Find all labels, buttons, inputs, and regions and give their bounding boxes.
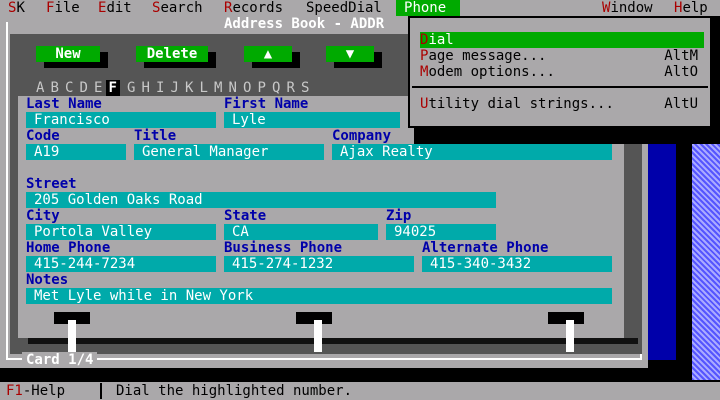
menu-separator [412,86,708,88]
card-ring-post [314,320,322,352]
company-field[interactable]: Ajax Realty [332,144,612,160]
state-label: State [224,208,267,224]
first-name-field[interactable]: Lyle [224,112,400,128]
desktop-pattern [692,130,720,380]
card-ring-post [68,320,76,352]
last-name-label: Last Name [26,96,102,112]
alternate-phone-field[interactable]: 415-340-3432 [422,256,612,272]
notes-field[interactable]: Met Lyle while in New York [26,288,612,304]
menu-edit[interactable]: Edit [98,0,132,16]
menu-bar: SK File Edit Search Records SpeedDial Ph… [0,0,720,16]
new-button[interactable]: New [36,46,100,62]
menu-sk[interactable]: SK [8,0,25,16]
street-field[interactable]: 205 Golden Oaks Road [26,192,496,208]
city-label: City [26,208,60,224]
card-shadow [28,338,638,344]
alphabet-tab-s[interactable]: S [301,80,309,96]
alphabet-tab-c[interactable]: C [65,80,73,96]
alphabet-tab-n[interactable]: N [229,80,237,96]
alphabet-tab-q[interactable]: Q [272,80,280,96]
alphabet-tab-b[interactable]: B [51,80,59,96]
code-label: Code [26,128,60,144]
code-field[interactable]: A19 [26,144,126,160]
city-field[interactable]: Portola Valley [26,224,216,240]
business-phone-label: Business Phone [224,240,343,256]
delete-button[interactable]: Delete [136,46,208,62]
alphabet-tab-o[interactable]: O [243,80,251,96]
shortcut-alto: AltO [664,64,698,80]
next-card-button[interactable]: ▼ [326,46,374,62]
business-phone-field[interactable]: 415-274-1232 [224,256,414,272]
alphabet-tab-r[interactable]: R [287,80,295,96]
company-label: Company [332,128,392,144]
phone-menu: Dial Page message... AltM Modem options..… [408,16,712,128]
menu-records[interactable]: Records [224,0,283,16]
alphabet-tab-p[interactable]: P [258,80,266,96]
alphabet-tab-m[interactable]: M [214,80,222,96]
menu-search[interactable]: Search [152,0,203,16]
street-label: Street [26,176,77,192]
menu-phone[interactable]: Phone [396,0,460,16]
alphabet-tab-h[interactable]: H [142,80,150,96]
card-ring-post [566,320,574,352]
alphabet-tab-g[interactable]: G [127,80,135,96]
alternate-phone-label: Alternate Phone [422,240,549,256]
menu-file[interactable]: File [46,0,80,16]
menu-help[interactable]: Help [674,0,708,16]
dropdown-shadow [414,128,720,144]
card-counter: Card 1/4 [22,352,98,368]
dropdown-shadow [712,22,720,144]
status-separator [100,383,102,399]
shortcut-altm: AltM [664,48,698,64]
notes-label: Notes [26,272,69,288]
alphabet-tab-l[interactable]: L [200,80,208,96]
home-phone-field[interactable]: 415-244-7234 [26,256,216,272]
window-title: Address Book - ADDR [220,16,389,32]
title-label: Title [134,128,177,144]
zip-label: Zip [386,208,412,224]
state-field[interactable]: CA [224,224,378,240]
first-name-label: First Name [224,96,309,112]
menu-speeddial[interactable]: SpeedDial [306,0,382,16]
alphabet-tab-a[interactable]: A [36,80,44,96]
alphabet-tab-f[interactable]: F [105,80,120,96]
alphabet-tab-i[interactable]: I [156,80,164,96]
shortcut-altu: AltU [664,96,698,112]
last-name-field[interactable]: Francisco [26,112,216,128]
menu-item-modem-options[interactable]: Modem options... AltO [420,64,704,80]
status-bar: F1-Help Dial the highlighted number. [0,382,720,400]
previous-card-button[interactable]: ▲ [244,46,292,62]
menu-window[interactable]: Window [602,0,653,16]
alphabet-tab-k[interactable]: K [185,80,193,96]
alphabet-tab-d[interactable]: D [80,80,88,96]
menu-item-utility-dial-strings[interactable]: Utility dial strings... AltU [420,96,704,112]
title-field[interactable]: General Manager [134,144,324,160]
alphabet-tab-e[interactable]: E [94,80,102,96]
help-hint[interactable]: F1-Help [6,382,65,400]
menu-item-page-message[interactable]: Page message... AltM [420,48,704,64]
status-message: Dial the highlighted number. [116,383,353,399]
home-phone-label: Home Phone [26,240,111,256]
menu-item-dial[interactable]: Dial [420,32,704,48]
zip-field[interactable]: 94025 [386,224,496,240]
alphabet-tab-j[interactable]: J [171,80,179,96]
